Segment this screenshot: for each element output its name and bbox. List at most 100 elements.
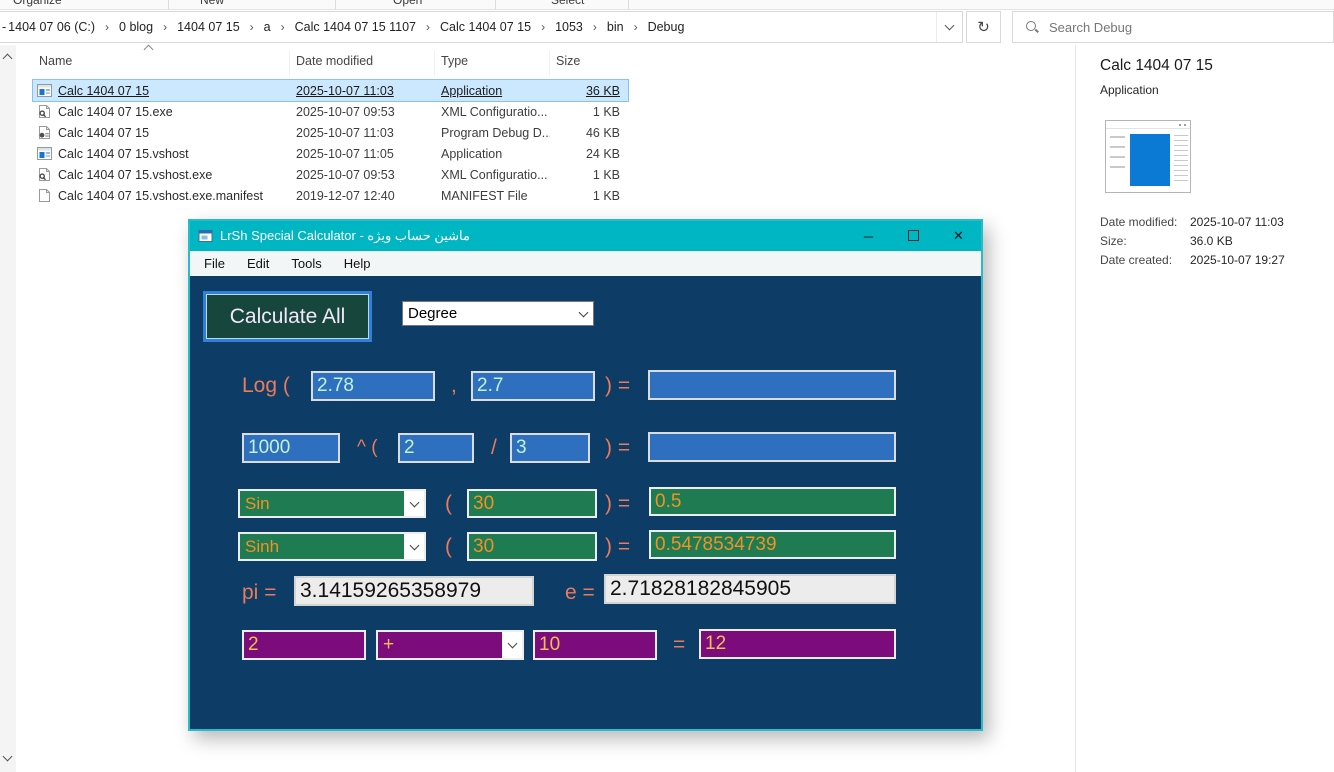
arith-a-input[interactable] <box>242 630 366 660</box>
menu-edit[interactable]: Edit <box>236 253 280 274</box>
breadcrumb-item[interactable]: bin <box>605 20 626 34</box>
hyper-function-dropdown[interactable]: Sinh <box>238 532 426 561</box>
file-list-header: Name Date modified Type Size <box>33 50 628 76</box>
scroll-up-button[interactable] <box>4 55 11 59</box>
log-comma-label: , <box>451 371 457 401</box>
arith-equals-label: = <box>673 630 685 660</box>
ribbon-organize[interactable]: Organize <box>13 0 62 7</box>
calculator-titlebar[interactable]: LrSh Special Calculator - ماشین حساب ویژ… <box>190 221 981 251</box>
xml-config-icon <box>37 167 52 182</box>
window-title: LrSh Special Calculator - ماشین حساب ویژ… <box>220 228 846 244</box>
close-button[interactable]: ✕ <box>936 221 981 251</box>
column-header-size[interactable]: Size <box>550 50 628 76</box>
ribbon-open[interactable]: Open <box>393 0 422 7</box>
chevron-down-icon <box>502 632 522 658</box>
column-header-name[interactable]: Name <box>33 50 290 76</box>
menu-help[interactable]: Help <box>333 253 382 274</box>
power-close-label: ) = <box>605 433 630 463</box>
pi-value-field[interactable] <box>294 576 534 606</box>
detail-value: 36.0 KB <box>1190 234 1233 248</box>
e-value-field[interactable] <box>604 574 896 604</box>
log-result-field[interactable] <box>648 370 896 400</box>
trig-close-label: ) = <box>605 489 630 519</box>
breadcrumb-chevron: › <box>418 20 438 34</box>
file-list: Calc 1404 07 15 2025-10-07 11:03 Applica… <box>33 80 628 206</box>
power-slash-label: / <box>491 433 497 463</box>
ribbon-new[interactable]: New <box>200 0 224 7</box>
file-row-selected[interactable]: Calc 1404 07 15 2025-10-07 11:03 Applica… <box>33 80 628 101</box>
xml-config-icon <box>37 104 52 119</box>
search-input[interactable] <box>1049 20 1299 35</box>
breadcrumb-chevron: › <box>97 20 117 34</box>
breadcrumb-item[interactable]: 1053 <box>553 20 585 34</box>
breadcrumb-current[interactable]: Debug <box>646 20 687 34</box>
minimize-icon: ─ <box>864 229 873 244</box>
detail-label: Date modified: <box>1100 215 1190 229</box>
log-base-input[interactable] <box>311 371 435 401</box>
search-box[interactable] <box>1012 11 1334 43</box>
arith-operator-dropdown[interactable]: + <box>376 630 524 660</box>
hyper-close-label: ) = <box>605 532 630 562</box>
power-numerator-input[interactable] <box>398 433 474 463</box>
file-row[interactable]: Calc 1404 07 15.vshost 2025-10-07 11:05 … <box>33 143 628 164</box>
explorer-ribbon: Organize New Open Select <box>0 0 1334 10</box>
trig-arg-input[interactable] <box>467 489 597 518</box>
refresh-button[interactable]: ↻ <box>966 11 1001 43</box>
chevron-up-icon <box>3 54 13 64</box>
ribbon-select[interactable]: Select <box>551 0 584 7</box>
column-header-date-modified[interactable]: Date modified <box>290 50 435 76</box>
log-arg-input[interactable] <box>471 371 595 401</box>
power-denominator-input[interactable] <box>510 433 590 463</box>
ribbon-separator <box>495 0 496 10</box>
detail-value: 2025-10-07 19:27 <box>1190 253 1285 267</box>
trig-function-dropdown[interactable]: Sin <box>238 489 426 518</box>
breadcrumb-item[interactable]: a <box>262 20 273 34</box>
breadcrumb-item[interactable]: Calc 1404 07 15 <box>438 20 533 34</box>
menu-file[interactable]: File <box>193 253 236 274</box>
address-bar[interactable]: - 1404 07 06 (C:) › 0 blog › 1404 07 15 … <box>0 11 963 43</box>
search-icon <box>1025 20 1039 34</box>
address-dropdown-button[interactable] <box>936 12 962 42</box>
maximize-icon: ☐ <box>907 227 920 245</box>
calculate-all-button[interactable]: Calculate All <box>203 291 372 342</box>
power-base-input[interactable] <box>242 433 340 463</box>
preview-file-title: Calc 1404 07 15 <box>1100 57 1213 75</box>
arith-result-field[interactable] <box>699 629 896 659</box>
ribbon-separator <box>335 0 336 10</box>
column-header-type[interactable]: Type <box>435 50 550 76</box>
preview-file-type: Application <box>1100 83 1159 97</box>
breadcrumb-item[interactable]: 1404 07 15 <box>175 20 242 34</box>
breadcrumb-item[interactable]: 0 blog <box>117 20 155 34</box>
desktop-screenshot: Organize New Open Select - 1404 07 06 (C… <box>0 0 1334 772</box>
trig-result-field[interactable] <box>649 487 896 516</box>
winforms-app-icon <box>198 228 214 244</box>
detail-label: Size: <box>1100 234 1190 248</box>
scroll-down-button[interactable] <box>4 756 11 760</box>
file-row[interactable]: Calc 1404 07 15.exe 2025-10-07 09:53 XML… <box>33 101 628 122</box>
minimize-button[interactable]: ─ <box>846 221 891 251</box>
menu-tools[interactable]: Tools <box>280 253 332 274</box>
left-scrollbar[interactable] <box>0 45 16 772</box>
breadcrumb-chevron: › <box>242 20 262 34</box>
power-result-field[interactable] <box>648 432 896 462</box>
hyper-result-field[interactable] <box>649 530 896 559</box>
file-row[interactable]: Calc 1404 07 15 2025-10-07 11:03 Program… <box>33 122 628 143</box>
detail-value: 2025-10-07 11:03 <box>1190 215 1284 229</box>
angle-mode-dropdown[interactable]: Degree <box>402 301 594 326</box>
breadcrumb-chevron: › <box>155 20 175 34</box>
preview-details: Date modified:2025-10-07 11:03 Size:36.0… <box>1100 212 1285 269</box>
arith-b-input[interactable] <box>533 630 657 660</box>
breadcrumb-drive[interactable]: 1404 07 06 (C:) <box>6 20 97 34</box>
log-label: Log ( <box>242 371 290 401</box>
manifest-file-icon <box>37 188 52 203</box>
ribbon-separator <box>628 0 629 10</box>
breadcrumb-item[interactable]: Calc 1404 07 15 1107 <box>293 20 418 34</box>
pi-label: pi = <box>242 578 276 608</box>
file-row[interactable]: Calc 1404 07 15.vshost.exe.manifest 2019… <box>33 185 628 206</box>
pane-divider[interactable] <box>1075 45 1076 772</box>
chevron-down-icon <box>404 491 424 516</box>
maximize-button[interactable]: ☐ <box>891 221 936 251</box>
hyper-arg-input[interactable] <box>467 532 597 561</box>
file-row[interactable]: Calc 1404 07 15.vshost.exe 2025-10-07 09… <box>33 164 628 185</box>
breadcrumb-chevron: › <box>626 20 646 34</box>
